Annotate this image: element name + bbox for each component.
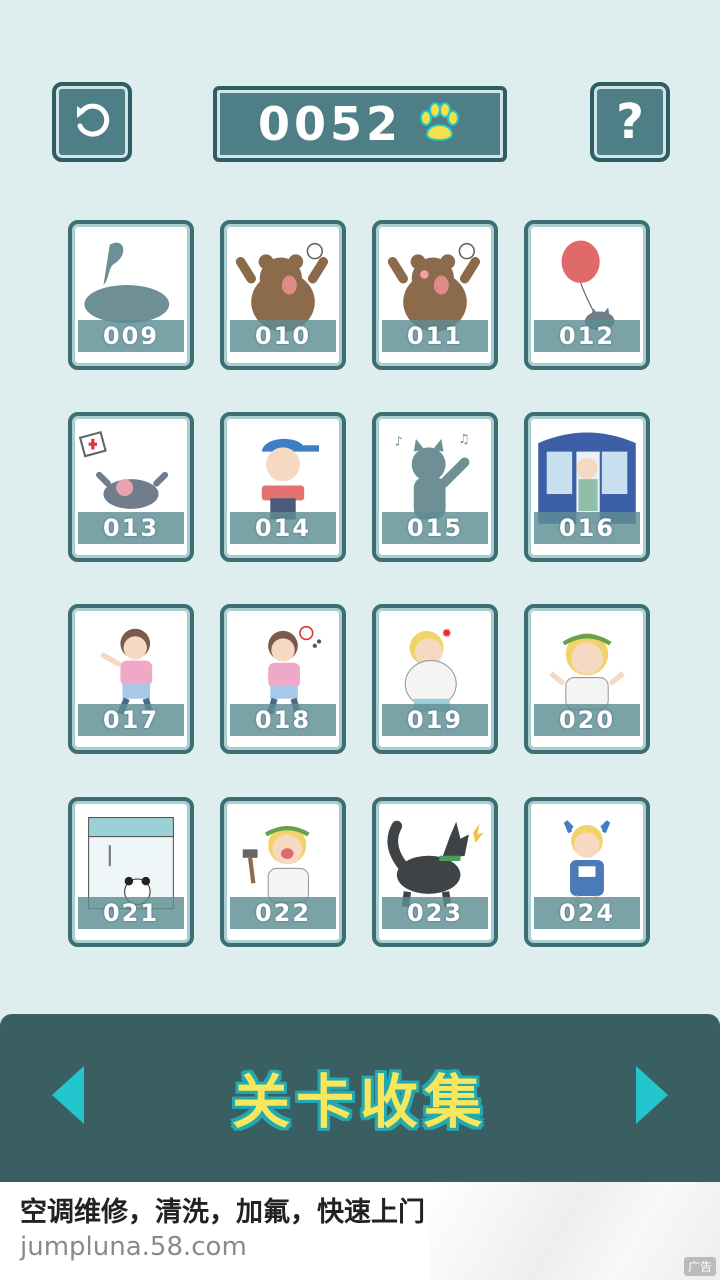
ad-url: jumpluna.58.com (20, 1232, 247, 1262)
level-number: 021 (102, 899, 160, 927)
level-card-019[interactable]: ✹ 019 (372, 604, 498, 754)
level-number: 015 (406, 514, 464, 542)
level-number: 024 (558, 899, 616, 927)
level-card-009[interactable]: 009 (68, 220, 194, 370)
svg-text:✹: ✹ (441, 625, 452, 640)
level-card-013[interactable]: 013 (68, 412, 194, 562)
score-display: 0052 (213, 86, 507, 162)
level-card-015[interactable]: ♪ ♫ 015 (372, 412, 498, 562)
level-card-021[interactable]: 021 (68, 797, 194, 947)
level-number: 020 (558, 706, 616, 734)
level-number: 019 (406, 706, 464, 734)
level-card-017[interactable]: 017 (68, 604, 194, 754)
ad-title: 空调维修，清洗，加氟，快速上门 (20, 1197, 425, 1228)
level-card-010[interactable]: 010 (220, 220, 346, 370)
level-number: 014 (254, 514, 312, 542)
level-number: 016 (558, 514, 616, 542)
level-number: 017 (102, 706, 160, 734)
level-card-024[interactable]: 024 (524, 797, 650, 947)
level-card-023[interactable]: 023 (372, 797, 498, 947)
help-button[interactable]: ? (590, 82, 670, 162)
level-number: 023 (406, 899, 464, 927)
undo-arrow-icon (77, 103, 110, 137)
ad-banner[interactable]: 空调维修，清洗，加氟，快速上门 jumpluna.58.com 广告 (0, 1182, 720, 1280)
level-card-014[interactable]: 014 (220, 412, 346, 562)
level-number: 011 (406, 322, 464, 350)
level-number: 013 (102, 514, 160, 542)
level-card-016[interactable]: 016 (524, 412, 650, 562)
level-card-011[interactable]: 011 (372, 220, 498, 370)
level-number: 010 (254, 322, 312, 350)
svg-text:♪: ♪ (395, 433, 403, 448)
help-label: ? (616, 94, 644, 150)
svg-text:♫: ♫ (458, 431, 469, 446)
paw-icon (420, 102, 460, 141)
score-value: 0052 (257, 97, 403, 151)
level-card-020[interactable]: 020 (524, 604, 650, 754)
collection-title: 关卡收集 (231, 1068, 488, 1136)
level-card-018[interactable]: 018 (220, 604, 346, 754)
ad-background-shape (430, 1182, 720, 1280)
level-number: 009 (102, 322, 160, 350)
ad-tag: 广告 (683, 1257, 716, 1276)
level-card-012[interactable]: 012 (524, 220, 650, 370)
level-number: 018 (254, 706, 312, 734)
level-number: 012 (558, 322, 616, 350)
level-number: 022 (254, 899, 312, 927)
arrow-right-icon[interactable] (632, 1064, 672, 1126)
level-card-022[interactable]: 022 (220, 797, 346, 947)
back-button[interactable] (52, 82, 132, 162)
